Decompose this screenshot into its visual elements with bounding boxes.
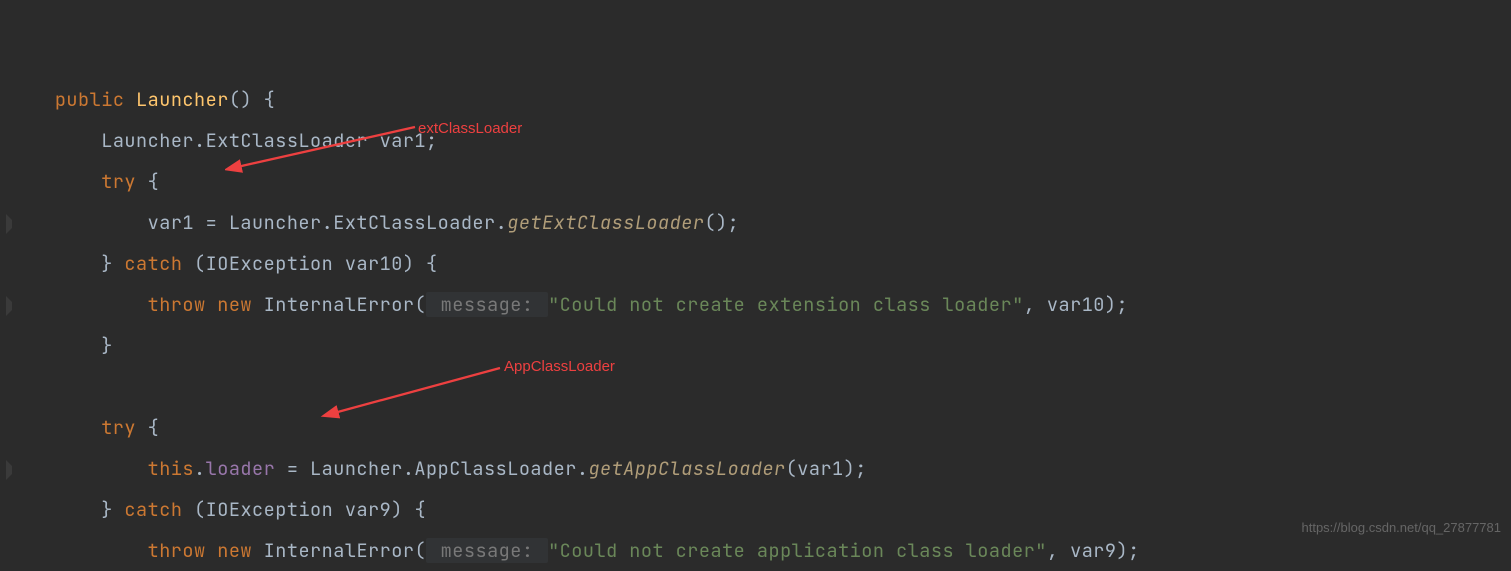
string-literal: "Could not create extension class loader… xyxy=(548,292,1024,317)
keyword-public: public xyxy=(55,87,125,112)
fold-icon xyxy=(6,460,20,480)
keyword-catch: catch xyxy=(124,497,182,522)
keyword-this: this xyxy=(148,456,194,481)
static-call: getExtClassLoader xyxy=(507,210,704,235)
code-editor[interactable]: public Launcher() { Launcher.ExtClassLoa… xyxy=(20,0,1511,571)
annotation-appclassloader: AppClassLoader xyxy=(504,358,615,375)
static-call: getAppClassLoader xyxy=(588,456,785,481)
parameter-hint: message: xyxy=(426,538,548,563)
gutter xyxy=(0,0,20,541)
keyword-try: try xyxy=(101,415,136,440)
parameter-hint: message: xyxy=(426,292,548,317)
keyword-throw: throw xyxy=(148,538,206,563)
keyword-catch: catch xyxy=(124,251,182,276)
fold-icon xyxy=(6,214,20,234)
keyword-throw: throw xyxy=(148,292,206,317)
method-name: Launcher xyxy=(136,87,229,112)
code-line: } xyxy=(55,333,113,358)
keyword-try: try xyxy=(101,169,136,194)
code-line: Launcher.ExtClassLoader var1; xyxy=(55,128,438,153)
field-loader: loader xyxy=(206,456,276,481)
keyword-new: new xyxy=(217,292,252,317)
fold-icon xyxy=(6,296,20,316)
annotation-extclassloader: extClassLoader xyxy=(418,120,522,137)
watermark: https://blog.csdn.net/qq_27877781 xyxy=(1302,520,1502,535)
string-literal: "Could not create application class load… xyxy=(548,538,1047,563)
keyword-new: new xyxy=(217,538,252,563)
